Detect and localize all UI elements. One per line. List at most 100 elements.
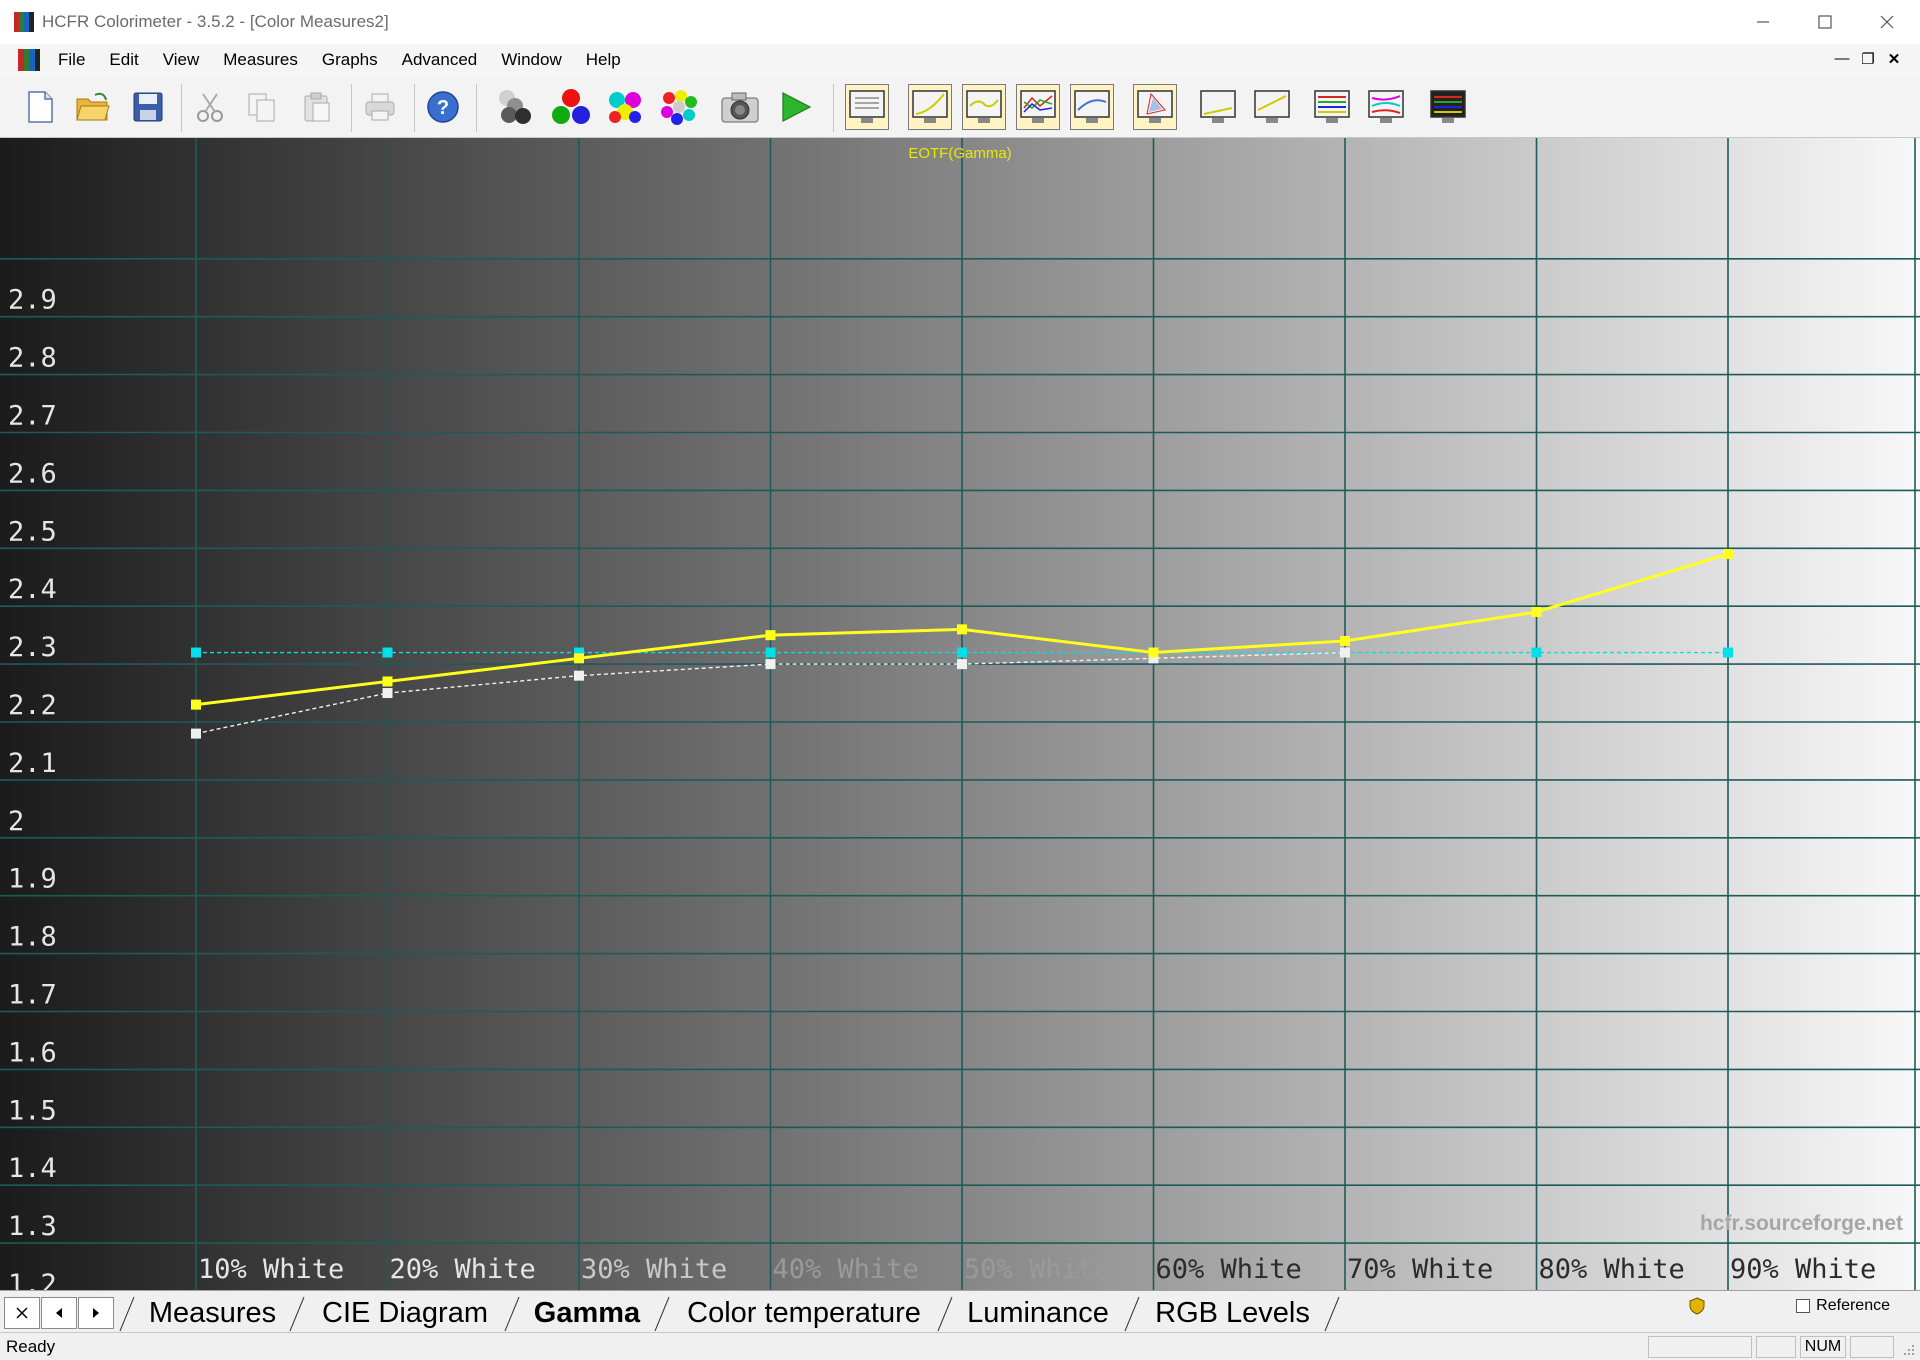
y-tick-label: 1.7 (8, 980, 57, 1011)
view-near-black-button[interactable] (1196, 84, 1240, 130)
new-file-icon (28, 91, 53, 123)
view-cie-button[interactable] (1133, 84, 1177, 130)
menu-advanced[interactable]: Advanced (390, 50, 490, 70)
monitor-luminance-icon (966, 90, 1002, 123)
tab-measures[interactable]: Measures (140, 1295, 285, 1331)
save-button[interactable] (126, 84, 170, 130)
y-tick-label: 2.9 (8, 285, 57, 316)
y-tick-label: 2.8 (8, 343, 57, 374)
view-luminance-button[interactable] (962, 84, 1006, 130)
print-button[interactable] (358, 84, 402, 130)
maximize-button[interactable] (1794, 0, 1856, 44)
menu-window[interactable]: Window (489, 50, 573, 70)
continuous-measure-button[interactable] (774, 84, 818, 130)
cut-button[interactable] (188, 84, 232, 130)
y-tick-label: 1.6 (8, 1037, 57, 1068)
series-point-2 (574, 670, 584, 681)
paste-button[interactable] (295, 84, 339, 130)
monitor-saturation-luma-icon (1314, 90, 1350, 123)
monitor-rgb-icon (1020, 90, 1056, 123)
y-tick-label: 2.7 (8, 401, 57, 432)
copy-button[interactable] (240, 84, 284, 130)
series-point-0 (1340, 635, 1350, 646)
measure-grays-button[interactable] (493, 84, 537, 130)
mdi-close-button[interactable]: ✕ (1882, 50, 1906, 68)
measure-primaries-button[interactable] (549, 84, 593, 130)
folder-open-icon (76, 92, 110, 121)
title-bar: HCFR Colorimeter - 3.5.2 - [Color Measur… (0, 0, 1920, 44)
series-point-1 (382, 647, 393, 658)
secondary-spheres-icon (609, 92, 641, 123)
printer-icon (365, 93, 395, 121)
view-saturation-shift-button[interactable] (1364, 84, 1408, 130)
x-tick-label: 50% White (964, 1254, 1110, 1285)
view-color-temp-button[interactable] (1070, 84, 1114, 130)
series-point-0 (574, 653, 584, 664)
y-tick-label: 2.4 (8, 574, 57, 605)
reference-label: Reference (1816, 1297, 1890, 1314)
view-colorchecker-button[interactable] (1426, 84, 1470, 130)
tab-color-temperature[interactable]: Color temperature (675, 1295, 933, 1331)
menu-file[interactable]: File (46, 50, 97, 70)
menu-help[interactable]: Help (574, 50, 633, 70)
monitor-data-icon (849, 90, 885, 123)
series-point-0 (1723, 549, 1733, 560)
checkbox-box[interactable] (1796, 1299, 1811, 1313)
measure-secondaries-button[interactable] (603, 84, 647, 130)
series-point-2 (957, 659, 967, 670)
camera-icon (721, 92, 759, 123)
tab-gamma[interactable]: Gamma (523, 1295, 651, 1331)
x-tick-label: 90% White (1730, 1254, 1876, 1285)
monitor-near-white-icon (1254, 90, 1290, 123)
tab-luminance[interactable]: Luminance (958, 1295, 1118, 1331)
view-gamma-button[interactable] (908, 84, 952, 130)
menu-graphs[interactable]: Graphs (310, 50, 390, 70)
new-file-button[interactable] (18, 84, 62, 130)
copy-icon (248, 93, 275, 122)
tab-cie-diagram[interactable]: CIE Diagram (310, 1295, 500, 1331)
play-icon (782, 92, 812, 122)
document-icon[interactable] (18, 49, 40, 71)
menu-view[interactable]: View (151, 50, 212, 70)
series-point-1 (765, 647, 776, 658)
gamma-chart-svg: 2.9 2.8 2.7 2.6 2.5 2.4 2.3 2.2 2.1 2 1.9 1.8 1.7 1.6… (0, 138, 1920, 1360)
view-near-white-button[interactable] (1250, 84, 1294, 130)
chart-title: EOTF(Gamma) (908, 145, 1011, 162)
menu-measures[interactable]: Measures (211, 50, 310, 70)
series-point-2 (382, 688, 393, 699)
measure-colors-button[interactable] (657, 84, 701, 130)
series-point-0 (382, 676, 393, 687)
app-logo-icon (14, 12, 34, 32)
camera-button[interactable] (718, 84, 762, 130)
tab-rgb-levels[interactable]: RGB Levels (1145, 1295, 1320, 1331)
status-text: Ready (6, 1337, 56, 1356)
view-saturation-luma-button[interactable] (1310, 84, 1354, 130)
resize-grip-icon[interactable] (1902, 1343, 1916, 1357)
y-tick-label: 1.8 (8, 922, 57, 953)
monitor-gamma-icon (912, 90, 948, 123)
help-button[interactable]: ? (421, 84, 465, 130)
maximize-icon (1818, 15, 1832, 29)
mdi-minimize-button[interactable]: — (1830, 50, 1854, 67)
series-point-1 (191, 647, 201, 658)
monitor-temperature-icon (1074, 90, 1110, 123)
svg-text:?: ? (437, 97, 449, 119)
view-data-button[interactable] (845, 84, 889, 130)
series-point-0 (191, 699, 201, 710)
reference-checkbox[interactable]: Reference (1796, 1297, 1890, 1315)
status-num: NUM (1800, 1336, 1846, 1358)
close-button[interactable] (1856, 0, 1918, 44)
minimize-button[interactable] (1732, 0, 1794, 44)
shield-icon (1689, 1297, 1705, 1315)
y-tick-label: 2.1 (8, 748, 57, 779)
status-pane-4 (1850, 1336, 1894, 1358)
x-tick-label: 20% White (390, 1254, 536, 1285)
color-spheres-icon (661, 90, 697, 125)
view-rgb-levels-button[interactable] (1016, 84, 1060, 130)
menu-edit[interactable]: Edit (97, 50, 150, 70)
open-file-button[interactable] (71, 84, 115, 130)
series-point-2 (191, 728, 201, 739)
toolbar: ? (0, 76, 1920, 138)
y-tick-label: 2.5 (8, 516, 57, 547)
mdi-restore-button[interactable]: ❐ (1856, 50, 1880, 68)
